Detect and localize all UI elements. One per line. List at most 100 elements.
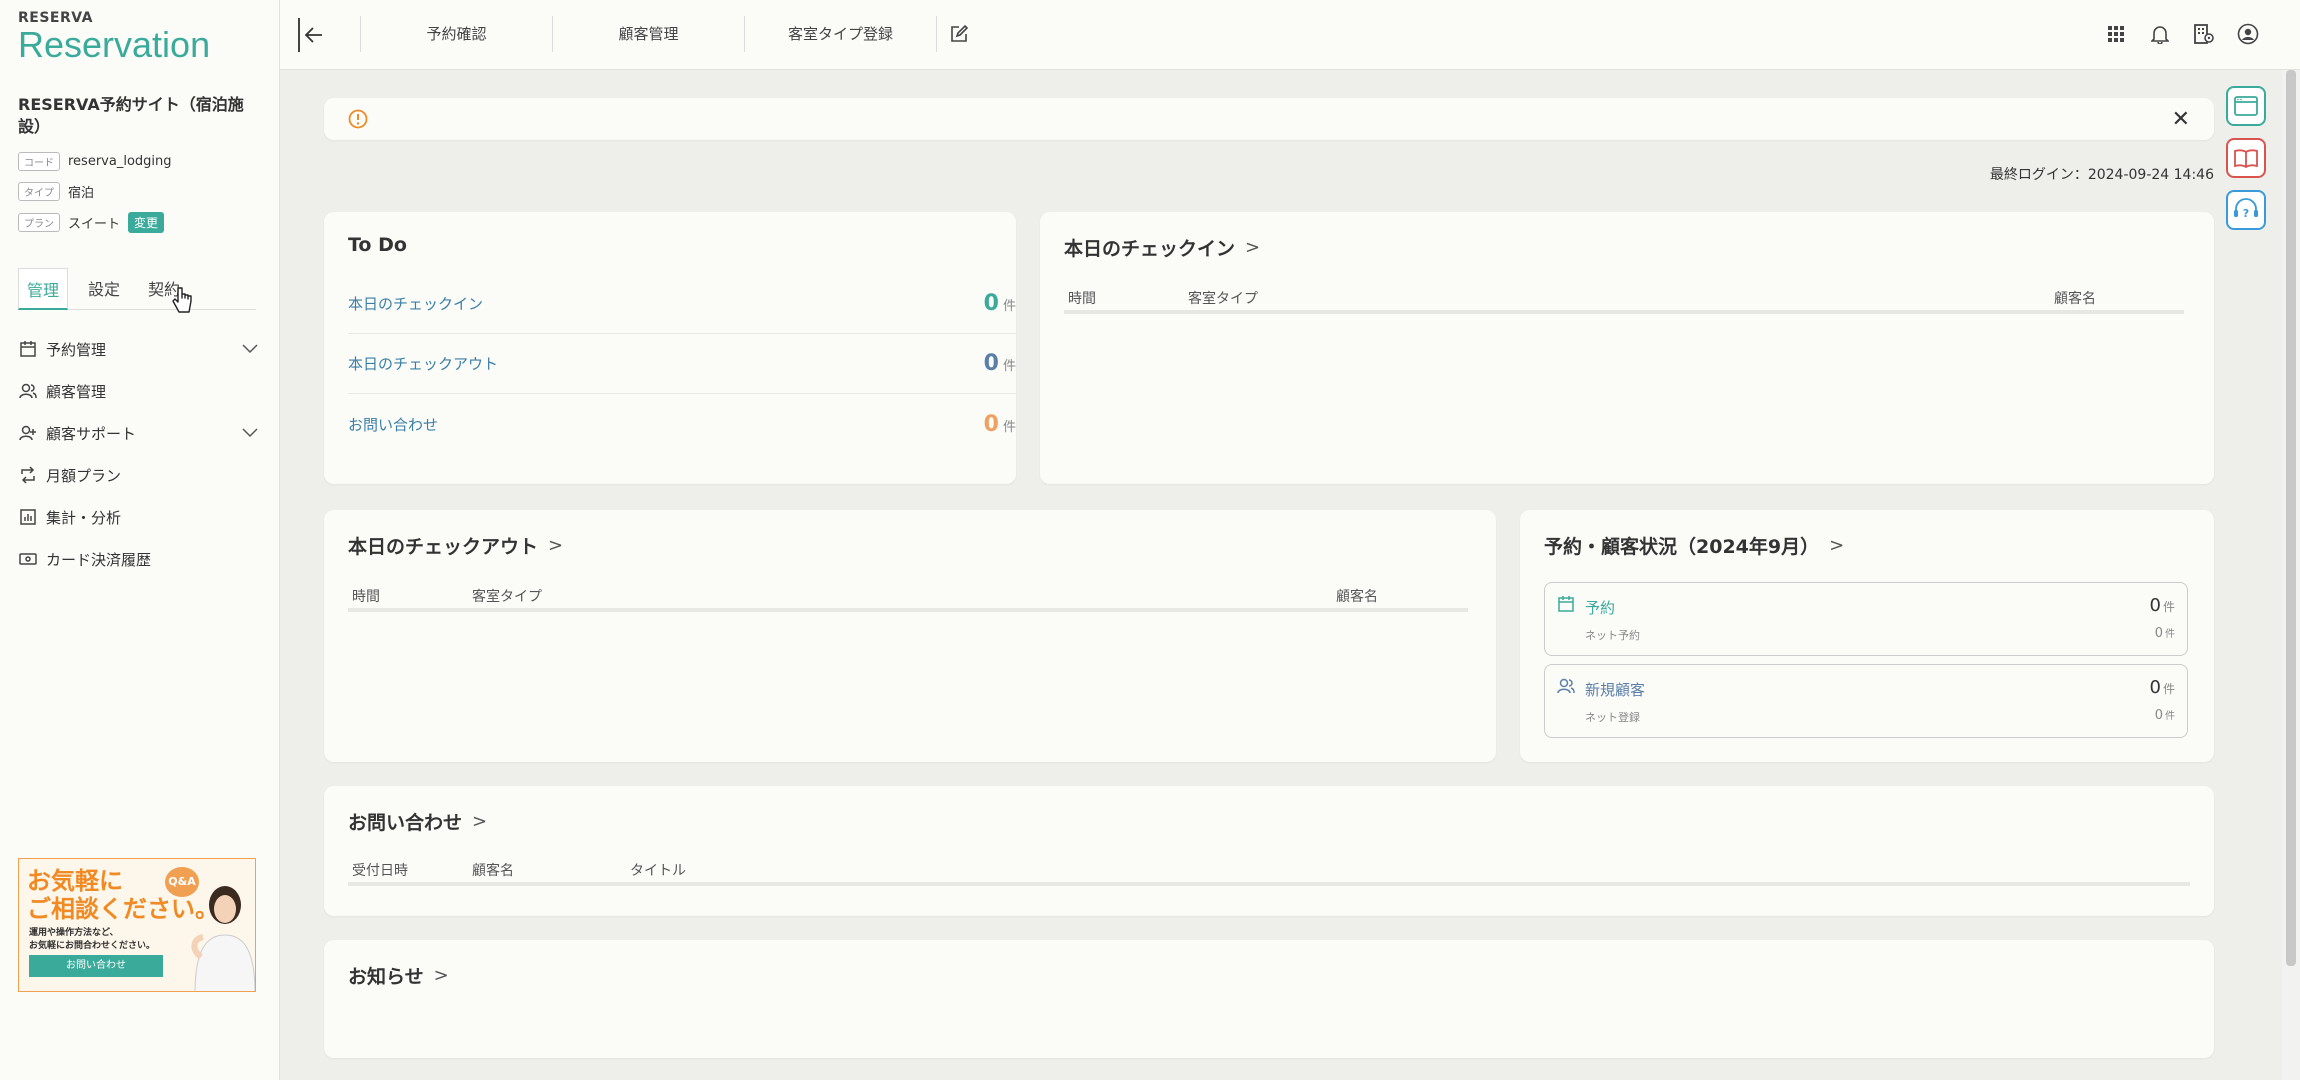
status-card: 予約・顧客状況（2024年9月） > 予約 0件 ネット予約 0件 新規顧客 0…: [1520, 510, 2214, 762]
inquiry-table-header: 受付日時 顧客名 タイトル: [348, 854, 2190, 886]
contact-banner[interactable]: お気軽に ご相談ください。 Q&A 運用や操作方法など、 お気軽にお問合わせくだ…: [18, 858, 256, 992]
todo-count: 0件: [984, 351, 1016, 376]
menu-reservation[interactable]: 予約管理: [18, 328, 258, 370]
status-title-text: 予約・顧客状況（2024年9月）: [1544, 536, 1820, 558]
chevron-right-icon: >: [548, 535, 564, 556]
stat-value: 0件: [2150, 595, 2175, 616]
top-nav: 予約確認 顧客管理 客室タイプ登録: [360, 16, 980, 52]
menu-support[interactable]: 顧客サポート: [18, 412, 258, 454]
status-title[interactable]: 予約・顧客状況（2024年9月） >: [1544, 532, 1844, 559]
calendar-icon: [18, 339, 38, 359]
top-header: 予約確認 顧客管理 客室タイプ登録: [280, 0, 2300, 70]
stat-sub-label: ネット登録: [1585, 711, 1640, 724]
stat-value-number: 0: [2149, 677, 2161, 698]
banner-contact-button[interactable]: お問い合わせ: [29, 955, 163, 977]
tab-manage[interactable]: 管理: [18, 268, 69, 310]
chevron-down-icon[interactable]: [242, 424, 258, 442]
side-menu: 予約管理 顧客管理 顧客サポート 月額プラン 集計・分析 カード決済履歴: [18, 328, 258, 580]
todo-label: お問い合わせ: [348, 415, 439, 434]
building-settings-icon[interactable]: [2192, 22, 2216, 46]
todo-unit: 件: [1002, 299, 1016, 314]
last-login: 最終ログイン：2024-09-24 14:46: [1989, 167, 2214, 183]
browser-window-button[interactable]: [2226, 86, 2266, 126]
nav-reservation-check[interactable]: 予約確認: [360, 16, 552, 52]
todo-row-checkin[interactable]: 本日のチェックイン 0件: [348, 274, 1016, 334]
site-plan-row: プラン スイート 変更: [18, 212, 165, 233]
grid-menu-icon[interactable]: [2104, 22, 2128, 46]
tab-settings[interactable]: 設定: [80, 268, 128, 309]
todo-count-value: 0: [983, 291, 999, 316]
todo-card: To Do 本日のチェックイン 0件 本日のチェックアウト 0件 お問い合わせ …: [324, 212, 1016, 484]
menu-label: 予約管理: [46, 340, 107, 359]
help-headset-icon: ?: [2234, 198, 2258, 220]
news-title[interactable]: お知らせ >: [348, 962, 449, 989]
todo-unit: 件: [1002, 419, 1016, 435]
manual-button[interactable]: [2226, 138, 2266, 178]
inquiry-card: お問い合わせ > 受付日時 顧客名 タイトル: [324, 786, 2214, 916]
help-button[interactable]: ?: [2226, 190, 2266, 230]
type-tag: タイプ: [18, 182, 60, 201]
menu-card-history[interactable]: カード決済履歴: [18, 538, 258, 580]
todo-row-checkout[interactable]: 本日のチェックアウト 0件: [348, 334, 1016, 394]
col-received-at: 受付日時: [352, 863, 408, 879]
close-icon[interactable]: ✕: [2172, 107, 2190, 132]
collapse-sidebar-button[interactable]: [298, 18, 328, 52]
browser-window-icon: [2234, 96, 2258, 116]
checkout-title[interactable]: 本日のチェックアウト >: [348, 532, 563, 559]
inquiry-title[interactable]: お問い合わせ >: [348, 808, 487, 835]
alert-bar: ✕: [324, 98, 2214, 140]
todo-count: 0件: [984, 291, 1016, 316]
inquiry-title-text: お問い合わせ: [348, 812, 463, 834]
site-type: 宿泊: [68, 186, 95, 201]
page-scrollbar[interactable]: [2282, 70, 2300, 1080]
operator-person-illustration: [191, 886, 255, 991]
users-icon: [18, 381, 38, 401]
chevron-right-icon: >: [472, 811, 488, 832]
todo-label: 本日のチェックイン: [348, 295, 484, 313]
stat-value-number: 0: [2149, 595, 2161, 616]
col-room-type: 客室タイプ: [1188, 291, 1258, 307]
news-title-text: お知らせ: [348, 966, 424, 988]
checkin-table-header: 時間 客室タイプ 顧客名: [1064, 282, 2184, 314]
nav-customer-management[interactable]: 顧客管理: [552, 16, 744, 52]
stat-sub-unit: 件: [2165, 711, 2175, 722]
scrollbar-thumb[interactable]: [2286, 70, 2296, 966]
stat-reservation[interactable]: 予約 0件 ネット予約 0件: [1544, 582, 2188, 656]
stat-sub-number: 0: [2154, 626, 2163, 641]
chevron-down-icon[interactable]: [242, 340, 258, 358]
todo-count: 0件: [984, 412, 1016, 437]
card-icon: [18, 549, 38, 569]
menu-analytics[interactable]: 集計・分析: [18, 496, 258, 538]
checkout-table-header: 時間 客室タイプ 顧客名: [348, 580, 1468, 612]
plan-tag: プラン: [18, 213, 60, 232]
svg-text:?: ?: [2243, 207, 2249, 220]
todo-row-inquiry[interactable]: お問い合わせ 0件: [348, 394, 1016, 454]
banner-sub-line: お気軽にお問合わせください。: [29, 941, 156, 951]
checkout-title-text: 本日のチェックアウト: [348, 536, 539, 558]
brand-logo[interactable]: RESERVA Reservation: [18, 10, 210, 64]
menu-label: 月額プラン: [46, 466, 122, 485]
users-icon: [1557, 677, 1575, 699]
edit-nav-button[interactable]: [936, 16, 980, 52]
checkin-title[interactable]: 本日のチェックイン >: [1064, 234, 1260, 261]
user-account-icon[interactable]: [2236, 22, 2260, 46]
site-code-row: コード reserva_lodging: [18, 152, 172, 171]
warning-circle-icon: [348, 109, 368, 129]
site-plan: スイート: [68, 217, 121, 232]
menu-label: 顧客管理: [46, 382, 107, 401]
nav-room-type-register[interactable]: 客室タイプ登録: [744, 16, 936, 52]
change-plan-button[interactable]: 変更: [128, 212, 165, 233]
col-customer: 顧客名: [2054, 291, 2096, 307]
todo-title: To Do: [348, 234, 407, 256]
menu-customer[interactable]: 顧客管理: [18, 370, 258, 412]
sidebar: RESERVA Reservation RESERVA予約サイト（宿泊施設） コ…: [0, 0, 280, 1080]
checkin-title-text: 本日のチェックイン: [1064, 238, 1236, 260]
col-customer: 顧客名: [472, 863, 514, 879]
menu-monthly-plan[interactable]: 月額プラン: [18, 454, 258, 496]
bar-chart-icon: [18, 507, 38, 527]
stat-new-customer[interactable]: 新規顧客 0件 ネット登録 0件: [1544, 664, 2188, 738]
stat-sub-unit: 件: [2165, 629, 2175, 640]
bell-icon[interactable]: [2148, 22, 2172, 46]
site-type-row: タイプ 宿泊: [18, 182, 94, 201]
menu-label: 顧客サポート: [46, 424, 137, 443]
